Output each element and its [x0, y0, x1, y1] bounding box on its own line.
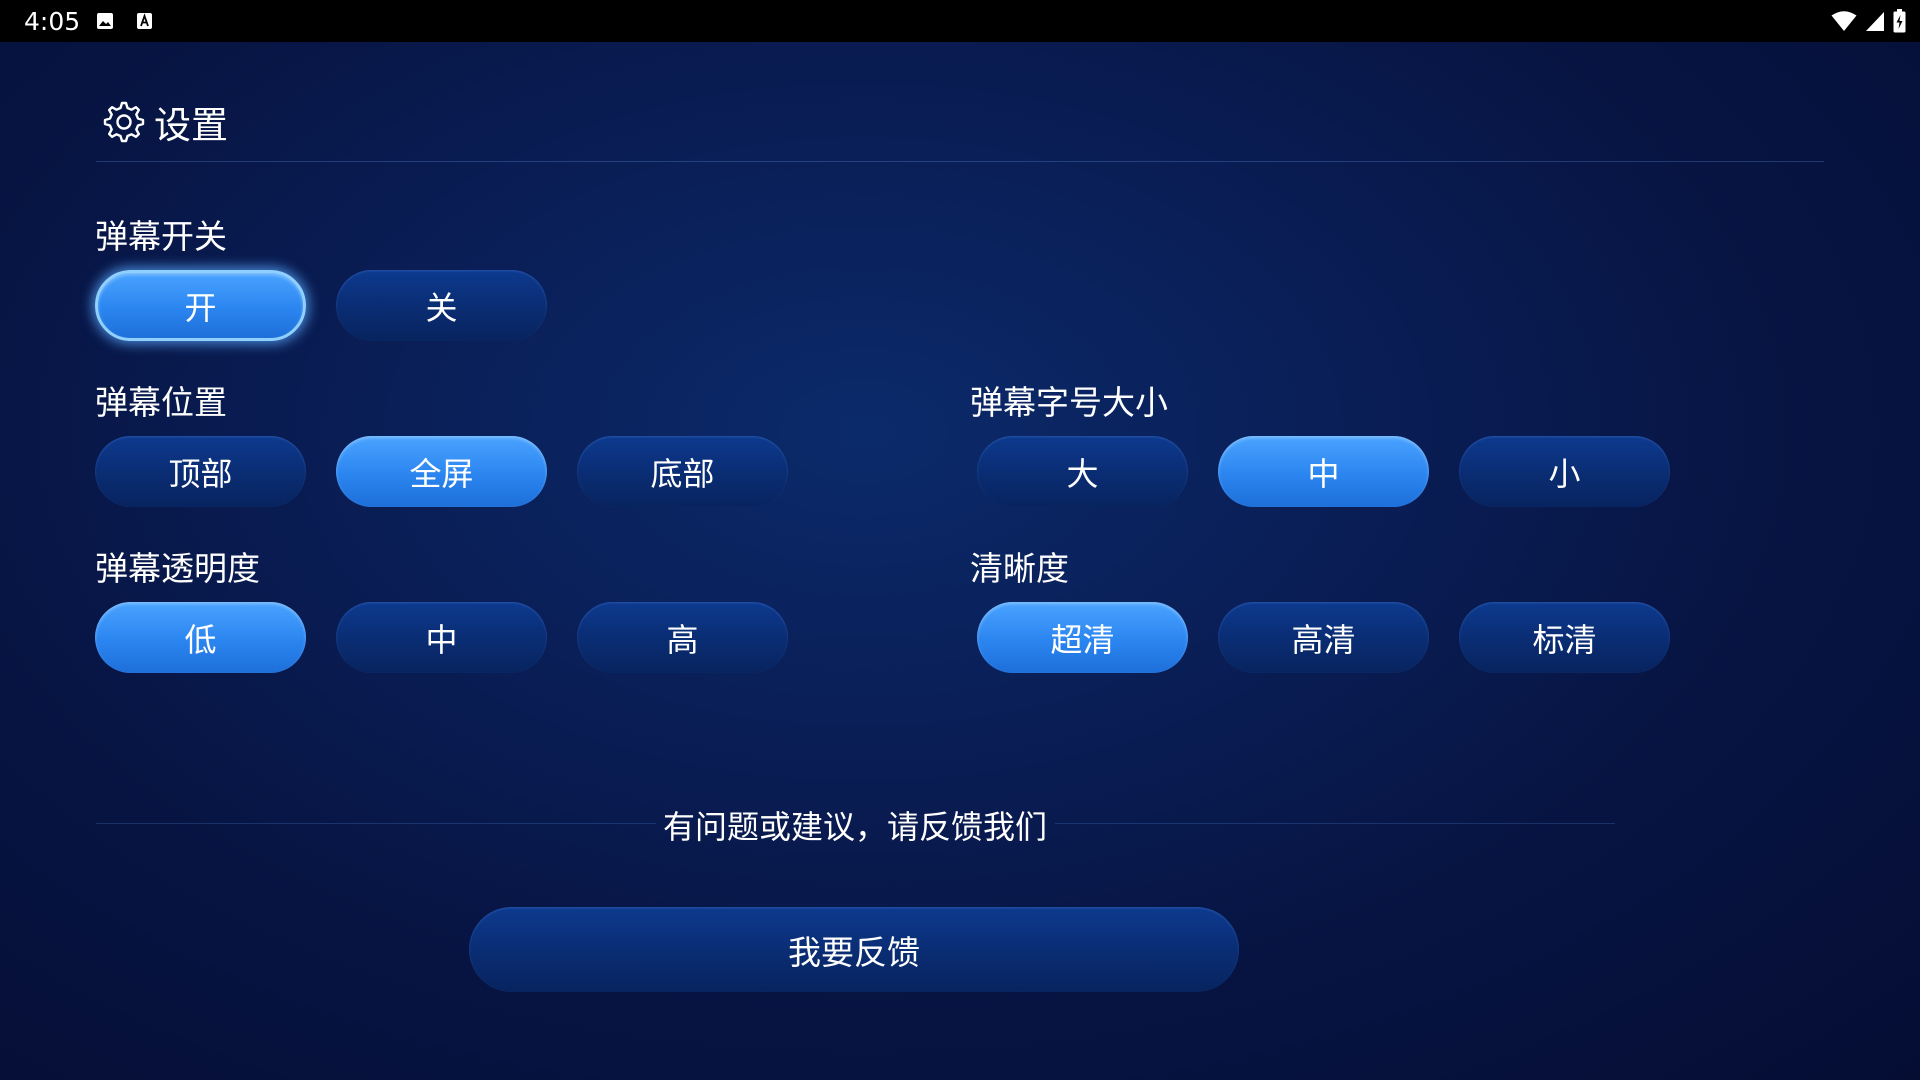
- danmaku-font-size-medium-button[interactable]: 中: [1218, 436, 1429, 507]
- header-divider: [96, 161, 1824, 162]
- danmaku-position-fullscreen-button[interactable]: 全屏: [336, 436, 547, 507]
- status-time: 4:05: [24, 7, 81, 36]
- danmaku-font-size-label: 弹幕字号大小: [970, 383, 1168, 422]
- status-right-icons: [1831, 9, 1906, 33]
- danmaku-opacity-high-button[interactable]: 高: [577, 602, 788, 673]
- status-bar: 4:05: [0, 0, 1920, 42]
- image-notification-icon: [97, 13, 113, 29]
- page-title: 设置: [154, 104, 228, 147]
- text-notification-icon: [137, 13, 152, 29]
- danmaku-font-size-large-button[interactable]: 大: [977, 436, 1188, 507]
- danmaku-opacity-medium-button[interactable]: 中: [336, 602, 547, 673]
- cell-signal-icon: [1866, 12, 1884, 31]
- battery-icon: [1893, 9, 1906, 33]
- clarity-super-hd-button[interactable]: 超清: [977, 602, 1188, 673]
- danmaku-position-label: 弹幕位置: [95, 383, 227, 422]
- danmaku-font-size-small-button[interactable]: 小: [1459, 436, 1670, 507]
- settings-header: 设置: [100, 95, 228, 149]
- danmaku-position-bottom-button[interactable]: 底部: [577, 436, 788, 507]
- danmaku-position-top-button[interactable]: 顶部: [95, 436, 306, 507]
- feedback-button[interactable]: 我要反馈: [469, 907, 1239, 992]
- danmaku-opacity-low-button[interactable]: 低: [95, 602, 306, 673]
- clarity-sd-button[interactable]: 标清: [1459, 602, 1670, 673]
- danmaku-switch-label: 弹幕开关: [95, 217, 227, 256]
- danmaku-opacity-label: 弹幕透明度: [95, 549, 260, 588]
- danmaku-switch-on-button[interactable]: 开: [95, 270, 306, 341]
- danmaku-switch-off-button[interactable]: 关: [336, 270, 547, 341]
- wifi-icon: [1831, 11, 1857, 31]
- gear-icon: [103, 101, 145, 143]
- clarity-hd-button[interactable]: 高清: [1218, 602, 1429, 673]
- feedback-prompt: 有问题或建议，请反馈我们: [662, 808, 1047, 846]
- clarity-label: 清晰度: [970, 549, 1069, 588]
